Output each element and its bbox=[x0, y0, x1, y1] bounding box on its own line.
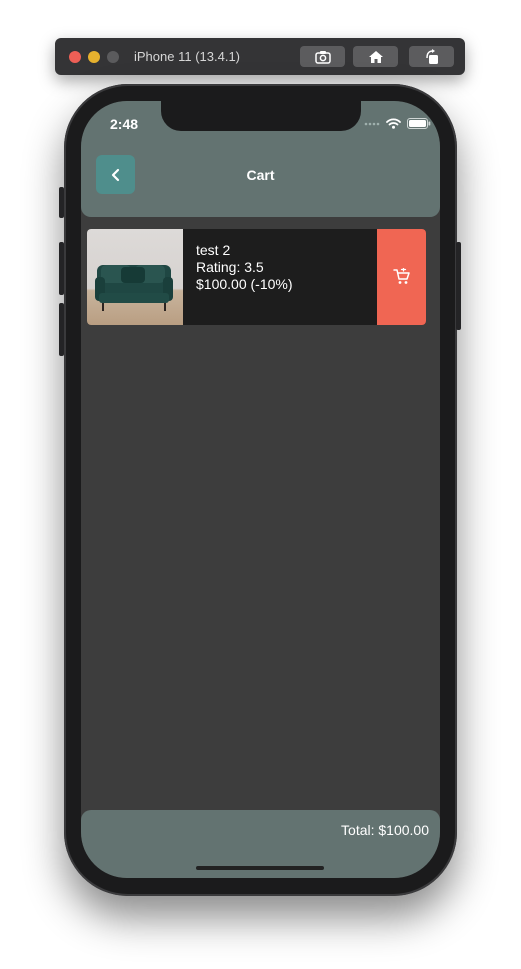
minimize-window-button[interactable] bbox=[88, 51, 100, 63]
sofa-photo bbox=[95, 265, 173, 311]
zoom-window-button[interactable] bbox=[107, 51, 119, 63]
home-indicator[interactable] bbox=[196, 866, 324, 870]
mute-switch bbox=[59, 187, 64, 218]
status-icons bbox=[364, 118, 431, 129]
battery-icon bbox=[407, 118, 431, 129]
cart-item-card[interactable]: test 2 Rating: 3.5 $100.00 (-10%) bbox=[87, 229, 426, 325]
simulator-title-bar: iPhone 11 (13.4.1) bbox=[55, 38, 465, 75]
simulator-stage: iPhone 11 (13.4.1) 2:48 Cart test 2 Rati… bbox=[0, 0, 521, 969]
volume-down-button bbox=[59, 303, 64, 356]
screenshot-icon bbox=[314, 50, 331, 64]
cart-total: Total: $100.00 bbox=[341, 822, 429, 838]
phone-screen: 2:48 Cart test 2 Rating: 3.5 $100.00 (-1… bbox=[81, 101, 440, 878]
rotate-button[interactable] bbox=[409, 46, 454, 67]
status-time: 2:48 bbox=[110, 116, 139, 132]
screenshot-button[interactable] bbox=[300, 46, 345, 67]
notch bbox=[161, 101, 361, 131]
remove-from-cart-button[interactable] bbox=[377, 229, 426, 325]
page-title: Cart bbox=[246, 167, 275, 183]
wifi-icon bbox=[386, 118, 401, 129]
item-rating: Rating: 3.5 bbox=[196, 259, 264, 275]
item-name: test 2 bbox=[196, 242, 231, 258]
close-window-button[interactable] bbox=[69, 51, 81, 63]
power-button bbox=[456, 242, 461, 330]
cart-remove-icon bbox=[392, 268, 410, 284]
simulator-title: iPhone 11 (13.4.1) bbox=[134, 49, 240, 64]
home-button[interactable] bbox=[353, 46, 398, 67]
signal-icon bbox=[364, 122, 380, 125]
item-price: $100.00 (-10%) bbox=[196, 276, 293, 292]
product-image bbox=[87, 229, 183, 325]
cart-footer: Total: $100.00 bbox=[81, 810, 440, 878]
item-info: test 2 Rating: 3.5 $100.00 (-10%) bbox=[196, 242, 293, 293]
volume-up-button bbox=[59, 242, 64, 295]
home-icon bbox=[368, 50, 383, 63]
rotate-icon bbox=[425, 48, 438, 64]
